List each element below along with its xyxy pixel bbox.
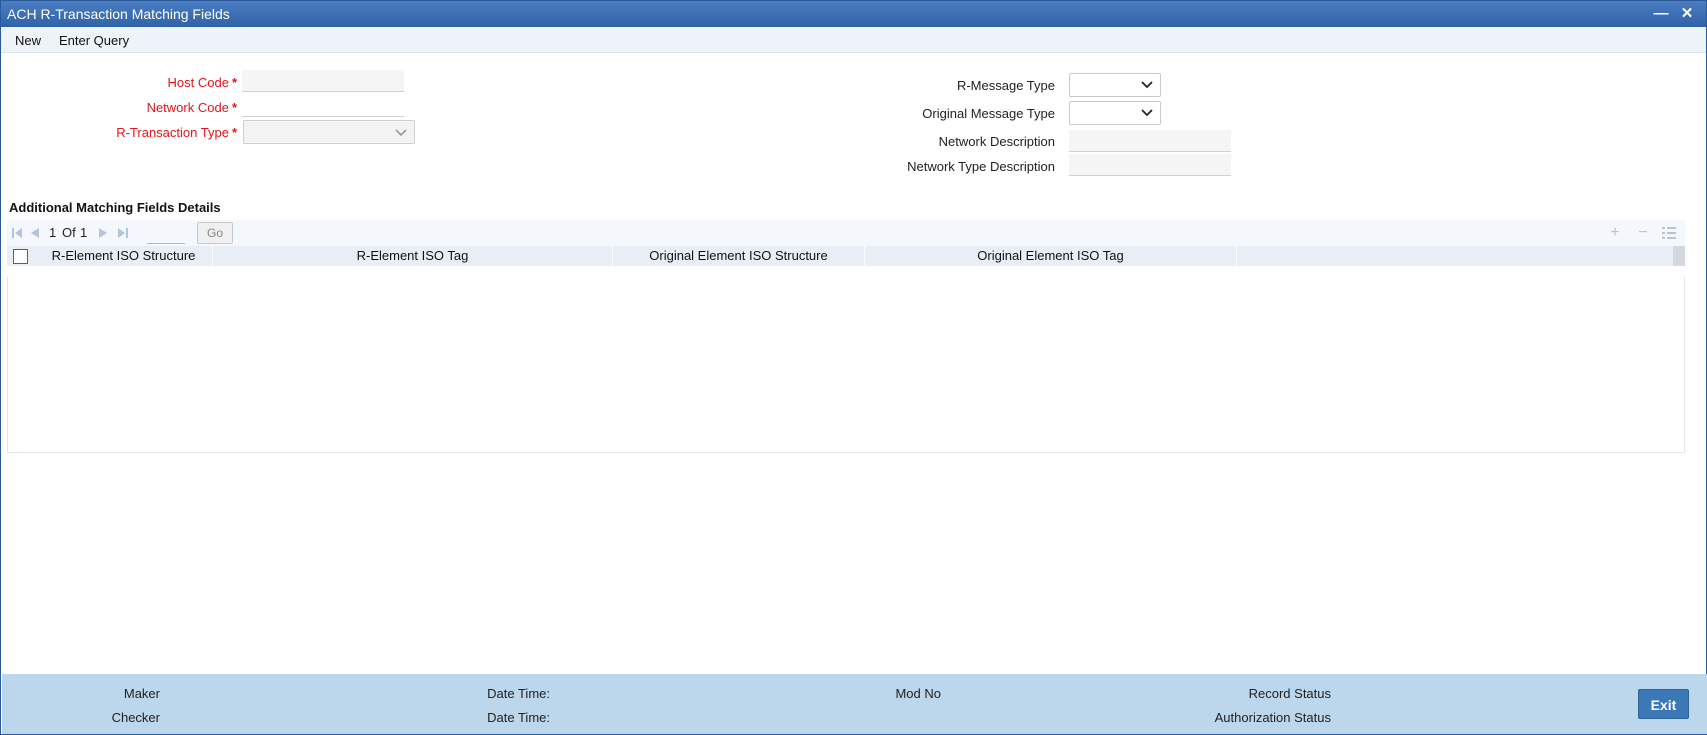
go-button[interactable]: Go <box>197 222 233 244</box>
original-message-type-select[interactable] <box>1069 101 1161 125</box>
grid-toolbar: 1 Of 1 Go + − <box>7 220 1685 246</box>
delete-row-icon[interactable]: − <box>1635 225 1651 241</box>
r-transaction-type-label-text: R-Transaction Type <box>116 125 229 140</box>
network-code-label: Network Code * <box>147 100 237 115</box>
network-type-description-label: Network Type Description <box>907 159 1055 174</box>
total-pages: 1 <box>80 225 88 240</box>
mod-no-label: Mod No <box>895 686 941 701</box>
r-transaction-type-label: R-Transaction Type * <box>116 125 237 140</box>
menu-bar: New Enter Query <box>1 27 1706 53</box>
grid-body <box>7 277 1685 453</box>
column-list-icon[interactable] <box>1661 225 1677 241</box>
network-description-label: Network Description <box>938 134 1055 149</box>
network-description-input[interactable] <box>1069 130 1231 152</box>
page-of-label: Of <box>62 225 76 240</box>
audit-footer: Maker Checker Date Time: Date Time: Mod … <box>2 674 1707 734</box>
column-header[interactable]: R-Element ISO Structure <box>35 246 213 266</box>
menu-enter-query[interactable]: Enter Query <box>59 33 129 48</box>
authorization-status-label: Authorization Status <box>1214 710 1331 725</box>
chevron-down-icon <box>1141 81 1153 89</box>
host-code-input[interactable] <box>242 70 404 92</box>
grid-header: R-Element ISO Structure R-Element ISO Ta… <box>7 246 1673 266</box>
required-mark: * <box>231 75 237 90</box>
next-page-icon[interactable] <box>97 227 109 239</box>
host-code-label: Host Code * <box>168 75 237 90</box>
record-status-label: Record Status <box>1248 686 1331 701</box>
maker-label: Maker <box>123 686 160 701</box>
close-icon[interactable]: ✕ <box>1677 4 1697 24</box>
original-message-type-label: Original Message Type <box>922 106 1055 121</box>
column-header[interactable]: R-Element ISO Tag <box>213 246 613 266</box>
host-code-label-text: Host Code <box>167 75 229 90</box>
application-window: ACH R-Transaction Matching Fields — ✕ Ne… <box>0 0 1707 735</box>
last-page-icon[interactable] <box>117 227 129 239</box>
required-mark: * <box>231 100 237 115</box>
column-header[interactable]: Original Element ISO Structure <box>613 246 865 266</box>
network-type-description-input[interactable] <box>1069 154 1231 176</box>
select-all-checkbox[interactable] <box>13 249 28 264</box>
section-title: Additional Matching Fields Details <box>9 200 221 215</box>
network-code-input[interactable] <box>242 95 404 117</box>
first-page-icon[interactable] <box>11 227 23 239</box>
required-mark: * <box>231 125 237 140</box>
maker-date-time-label: Date Time: <box>487 686 550 701</box>
chevron-down-icon <box>395 129 407 137</box>
r-message-type-label: R-Message Type <box>956 78 1055 93</box>
minimize-icon[interactable]: — <box>1651 4 1671 24</box>
r-message-type-select[interactable] <box>1069 73 1161 97</box>
menu-new[interactable]: New <box>15 33 41 48</box>
exit-button[interactable]: Exit <box>1638 689 1689 719</box>
chevron-down-icon <box>1141 109 1153 117</box>
network-code-label-text: Network Code <box>146 100 229 115</box>
checker-date-time-label: Date Time: <box>487 710 550 725</box>
page-number-input[interactable] <box>147 224 185 244</box>
title-bar: ACH R-Transaction Matching Fields — ✕ <box>1 1 1706 27</box>
r-transaction-type-select[interactable] <box>243 120 415 144</box>
previous-page-icon[interactable] <box>29 227 41 239</box>
grid-scrollbar[interactable] <box>1673 246 1685 266</box>
window-title: ACH R-Transaction Matching Fields <box>7 6 230 22</box>
checker-label: Checker <box>111 710 160 725</box>
add-row-icon[interactable]: + <box>1607 225 1623 241</box>
current-page: 1 <box>49 225 57 240</box>
column-header[interactable]: Original Element ISO Tag <box>865 246 1237 266</box>
